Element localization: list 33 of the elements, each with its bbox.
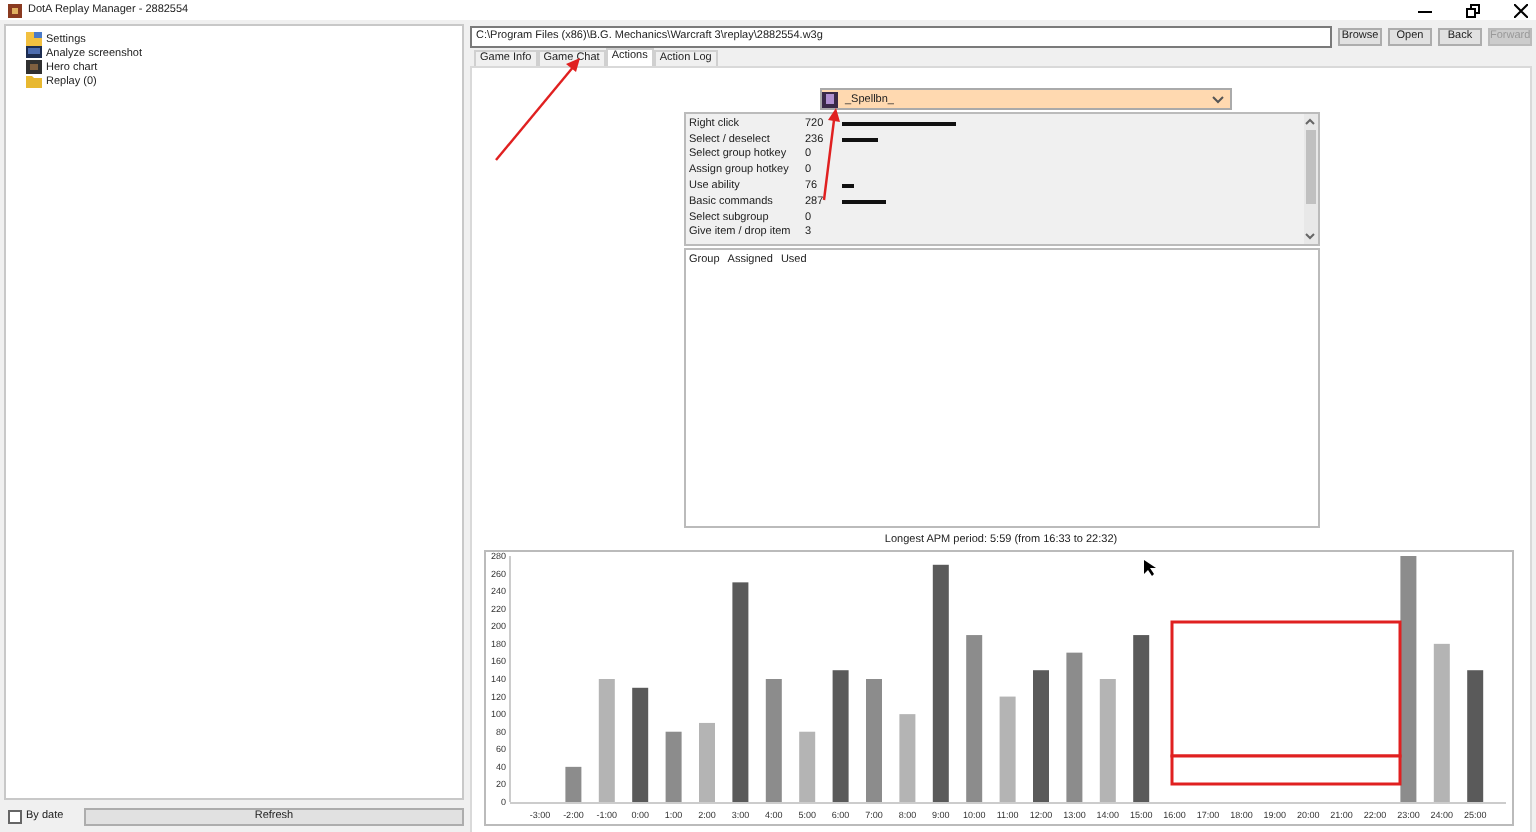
apm-bar: [699, 722, 715, 802]
scroll-down-icon[interactable]: [1304, 232, 1316, 240]
apm-bar: [799, 731, 816, 802]
action-bar: [841, 184, 854, 189]
action-bar: [841, 121, 957, 126]
settings-icon: [26, 32, 42, 46]
chevron-down-icon: [1211, 95, 1223, 103]
apm-bar: [665, 731, 682, 802]
apm-bar: [1467, 670, 1484, 802]
restore-icon[interactable]: [1466, 3, 1480, 17]
annotation-arrow: [822, 108, 840, 201]
monitor-icon: [26, 46, 42, 60]
annotation-arrow: [495, 58, 580, 161]
apm-bar: [899, 714, 916, 802]
apm-bar: [866, 679, 882, 802]
close-icon[interactable]: [1514, 3, 1528, 17]
apm-bar: [765, 679, 782, 802]
app-icon: [8, 3, 22, 17]
apm-bar: [1099, 679, 1116, 802]
folder-icon: [26, 74, 42, 88]
apm-bar: [1033, 670, 1049, 802]
cursor-icon: [1144, 560, 1156, 576]
scroll-up-icon[interactable]: [1304, 118, 1316, 126]
apm-bar: [999, 696, 1016, 802]
scrollbar[interactable]: [1303, 114, 1317, 244]
apm-bar: [598, 679, 615, 802]
apm-bar: [832, 670, 849, 802]
action-bar: [841, 137, 879, 142]
portrait-icon: [26, 60, 42, 74]
apm-bar: [632, 687, 649, 802]
apm-bar: [565, 766, 582, 802]
hero-icon: [821, 91, 837, 107]
action-bar: [841, 199, 887, 204]
